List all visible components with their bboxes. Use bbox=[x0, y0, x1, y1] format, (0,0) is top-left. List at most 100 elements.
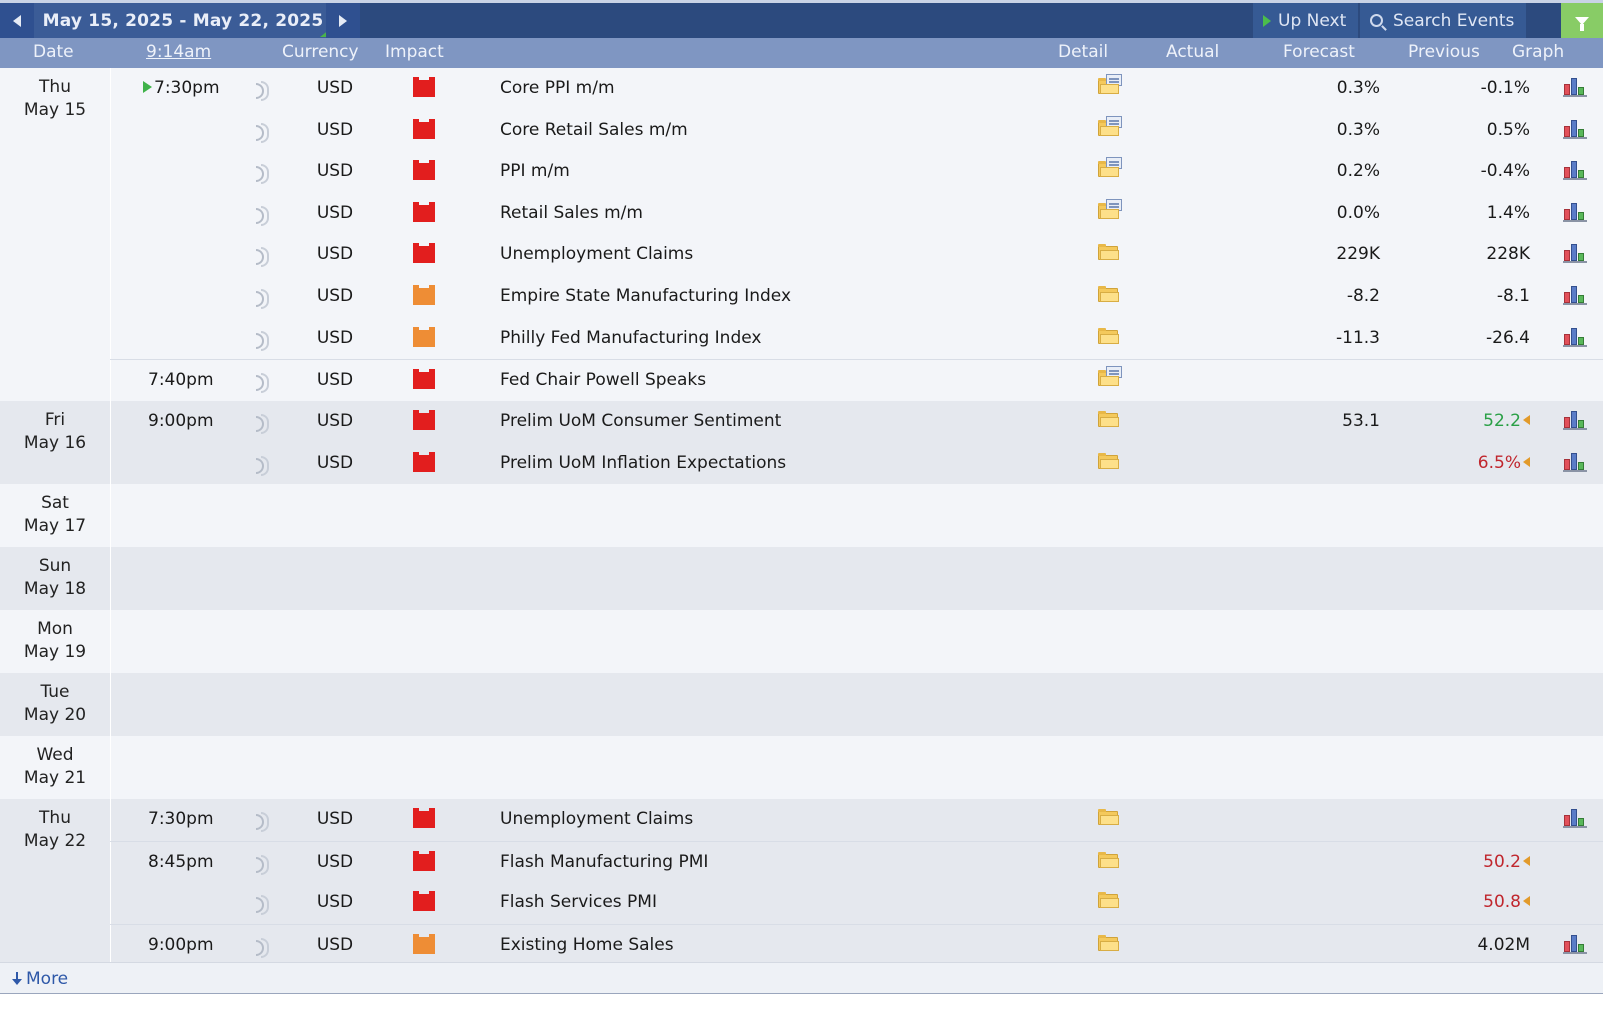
revised-marker-icon bbox=[1523, 415, 1530, 425]
bar-chart-icon[interactable] bbox=[1563, 327, 1587, 347]
event-row[interactable]: USD Unemployment Claims 229K 228K bbox=[110, 234, 1603, 276]
day-date-cell: Thu May 15 bbox=[0, 68, 110, 122]
detail-folder-icon[interactable] bbox=[1098, 852, 1120, 868]
detail-folder-document-icon[interactable] bbox=[1098, 116, 1122, 136]
detail-folder-document-icon[interactable] bbox=[1098, 74, 1122, 94]
detail-folder-icon[interactable] bbox=[1098, 328, 1120, 344]
detail-folder-icon[interactable] bbox=[1098, 244, 1120, 260]
detail-folder-icon[interactable] bbox=[1098, 935, 1120, 951]
event-title[interactable]: Retail Sales m/m bbox=[500, 203, 643, 223]
event-title[interactable]: PPI m/m bbox=[500, 161, 570, 181]
high-impact-icon[interactable] bbox=[413, 160, 435, 180]
bar-chart-icon[interactable] bbox=[1563, 452, 1587, 472]
event-title[interactable]: Flash Services PMI bbox=[500, 892, 657, 912]
event-title[interactable]: Fed Chair Powell Speaks bbox=[500, 370, 706, 390]
event-title[interactable]: Prelim UoM Inflation Expectations bbox=[500, 453, 786, 473]
high-impact-icon[interactable] bbox=[413, 243, 435, 263]
sound-alert-icon[interactable] bbox=[256, 206, 269, 226]
high-impact-icon[interactable] bbox=[413, 452, 435, 472]
date-range-selector[interactable]: May 15, 2025 - May 22, 2025 bbox=[34, 3, 332, 38]
event-row[interactable]: 9:00pm USD Prelim UoM Consumer Sentiment 53… bbox=[110, 401, 1603, 443]
event-row[interactable]: 7:30pm USD Unemployment Claims bbox=[110, 799, 1603, 841]
medium-impact-icon[interactable] bbox=[413, 327, 435, 347]
event-title[interactable]: Prelim UoM Consumer Sentiment bbox=[500, 411, 781, 431]
high-impact-icon[interactable] bbox=[413, 202, 435, 222]
up-next-button[interactable]: Up Next bbox=[1253, 3, 1358, 38]
sound-alert-icon[interactable] bbox=[256, 414, 269, 434]
sound-alert-icon[interactable] bbox=[256, 289, 269, 309]
sound-alert-icon[interactable] bbox=[256, 247, 269, 267]
sound-alert-icon[interactable] bbox=[256, 331, 269, 351]
detail-folder-document-icon[interactable] bbox=[1098, 157, 1122, 177]
high-impact-icon[interactable] bbox=[413, 891, 435, 911]
high-impact-icon[interactable] bbox=[413, 119, 435, 139]
sound-alert-icon[interactable] bbox=[256, 812, 269, 832]
previous-value[interactable]: 50.8 bbox=[1410, 892, 1530, 912]
bar-chart-icon[interactable] bbox=[1563, 243, 1587, 263]
sound-alert-icon[interactable] bbox=[256, 373, 269, 393]
event-row[interactable]: 7:40pm USD Fed Chair Powell Speaks bbox=[110, 359, 1603, 401]
event-title[interactable]: Unemployment Claims bbox=[500, 809, 693, 829]
event-row[interactable]: USD PPI m/m 0.2% -0.4% bbox=[110, 151, 1603, 193]
event-row[interactable]: USD Core Retail Sales m/m 0.3% 0.5% bbox=[110, 110, 1603, 152]
sound-alert-icon[interactable] bbox=[256, 81, 269, 101]
event-title[interactable]: Flash Manufacturing PMI bbox=[500, 852, 708, 872]
event-title[interactable]: Existing Home Sales bbox=[500, 935, 674, 955]
event-row[interactable]: 7:30pm USD Core PPI m/m 0.3% -0.1% bbox=[110, 68, 1603, 110]
detail-folder-icon[interactable] bbox=[1098, 809, 1120, 825]
bar-chart-icon[interactable] bbox=[1563, 77, 1587, 97]
day-weekday: Sat bbox=[41, 493, 69, 513]
sound-alert-icon[interactable] bbox=[256, 895, 269, 915]
event-row[interactable]: USD Empire State Manufacturing Index -8.2 -… bbox=[110, 276, 1603, 318]
event-title[interactable]: Core Retail Sales m/m bbox=[500, 120, 688, 140]
sound-alert-icon[interactable] bbox=[256, 938, 269, 958]
event-row[interactable]: USD Philly Fed Manufacturing Index -11.3 -2… bbox=[110, 318, 1603, 360]
bar-chart-icon[interactable] bbox=[1563, 808, 1587, 828]
high-impact-icon[interactable] bbox=[413, 808, 435, 828]
more-button[interactable]: More bbox=[12, 969, 68, 989]
high-impact-icon[interactable] bbox=[413, 369, 435, 389]
event-title[interactable]: Core PPI m/m bbox=[500, 78, 615, 98]
sound-alert-icon[interactable] bbox=[256, 123, 269, 143]
previous-value[interactable]: 50.2 bbox=[1410, 852, 1530, 872]
bar-chart-icon[interactable] bbox=[1563, 410, 1587, 430]
previous-value[interactable]: 6.5% bbox=[1410, 453, 1530, 473]
medium-impact-icon[interactable] bbox=[413, 934, 435, 954]
detail-folder-icon[interactable] bbox=[1098, 892, 1120, 908]
current-time-link[interactable]: 9:14am bbox=[146, 42, 211, 62]
high-impact-icon[interactable] bbox=[413, 77, 435, 97]
high-impact-icon[interactable] bbox=[413, 410, 435, 430]
bar-chart-icon[interactable] bbox=[1563, 285, 1587, 305]
day-date-cell: Sun May 18 bbox=[0, 547, 110, 601]
high-impact-icon[interactable] bbox=[413, 851, 435, 871]
detail-folder-icon[interactable] bbox=[1098, 286, 1120, 302]
divider bbox=[110, 610, 111, 673]
bar-chart-icon[interactable] bbox=[1563, 202, 1587, 222]
sound-alert-icon[interactable] bbox=[256, 855, 269, 875]
detail-folder-document-icon[interactable] bbox=[1098, 366, 1122, 386]
next-week-button[interactable] bbox=[326, 3, 360, 38]
search-events-button[interactable]: Search Events bbox=[1360, 3, 1526, 38]
event-row[interactable]: 8:45pm USD Flash Manufacturing PMI 50.2 bbox=[110, 841, 1603, 883]
detail-folder-icon[interactable] bbox=[1098, 411, 1120, 427]
event-row[interactable]: USD Prelim UoM Inflation Expectations 6.5% bbox=[110, 443, 1603, 485]
previous-value[interactable]: 52.2 bbox=[1410, 411, 1530, 431]
event-title[interactable]: Empire State Manufacturing Index bbox=[500, 286, 791, 306]
event-row[interactable]: USD Flash Services PMI 50.8 bbox=[110, 882, 1603, 924]
filter-button[interactable] bbox=[1561, 3, 1603, 38]
revised-marker-icon bbox=[1523, 856, 1530, 866]
sound-alert-icon[interactable] bbox=[256, 164, 269, 184]
medium-impact-icon[interactable] bbox=[413, 285, 435, 305]
previous-week-button[interactable] bbox=[0, 3, 34, 38]
event-row[interactable]: USD Retail Sales m/m 0.0% 1.4% bbox=[110, 193, 1603, 235]
bar-chart-icon[interactable] bbox=[1563, 934, 1587, 954]
event-title[interactable]: Philly Fed Manufacturing Index bbox=[500, 328, 761, 348]
detail-folder-icon[interactable] bbox=[1098, 453, 1120, 469]
header-currency: Currency bbox=[282, 42, 359, 62]
bar-chart-icon[interactable] bbox=[1563, 160, 1587, 180]
event-row[interactable]: 9:00pm USD Existing Home Sales 4.02M bbox=[110, 924, 1603, 966]
bar-chart-icon[interactable] bbox=[1563, 119, 1587, 139]
detail-folder-document-icon[interactable] bbox=[1098, 199, 1122, 219]
sound-alert-icon[interactable] bbox=[256, 456, 269, 476]
event-title[interactable]: Unemployment Claims bbox=[500, 244, 693, 264]
